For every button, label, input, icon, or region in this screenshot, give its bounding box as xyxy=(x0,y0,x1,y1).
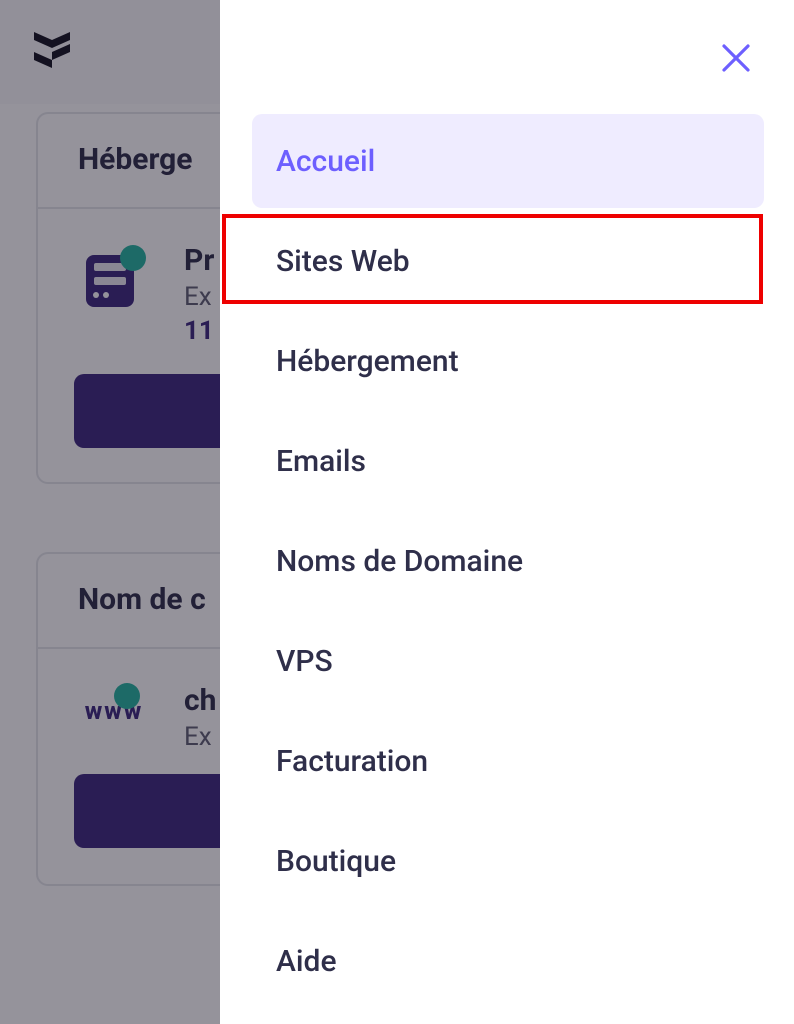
nav-item-hebergement[interactable]: Hébergement xyxy=(252,314,764,408)
nav-item-aide[interactable]: Aide xyxy=(252,914,764,1008)
nav-item-accueil[interactable]: Accueil xyxy=(252,114,764,208)
nav-item-sites-web[interactable]: Sites Web xyxy=(252,214,764,308)
nav-label: Hébergement xyxy=(276,344,459,379)
nav-label: Accueil xyxy=(276,144,375,179)
nav-label: Emails xyxy=(276,444,366,479)
nav-item-facturation[interactable]: Facturation xyxy=(252,714,764,808)
nav-label: Aide xyxy=(276,944,337,979)
nav-label: Facturation xyxy=(276,744,428,779)
nav-item-boutique[interactable]: Boutique xyxy=(252,814,764,908)
close-icon[interactable] xyxy=(718,40,754,80)
nav-list: Accueil Sites Web Hébergement Emails Nom… xyxy=(252,114,764,1008)
nav-item-vps[interactable]: VPS xyxy=(252,614,764,708)
nav-label: Boutique xyxy=(276,844,396,879)
nav-label: Sites Web xyxy=(276,244,410,279)
nav-item-noms-de-domaine[interactable]: Noms de Domaine xyxy=(252,514,764,608)
nav-drawer: Accueil Sites Web Hébergement Emails Nom… xyxy=(220,0,794,1024)
nav-item-emails[interactable]: Emails xyxy=(252,414,764,508)
nav-label: Noms de Domaine xyxy=(276,544,523,579)
nav-label: VPS xyxy=(276,644,333,679)
